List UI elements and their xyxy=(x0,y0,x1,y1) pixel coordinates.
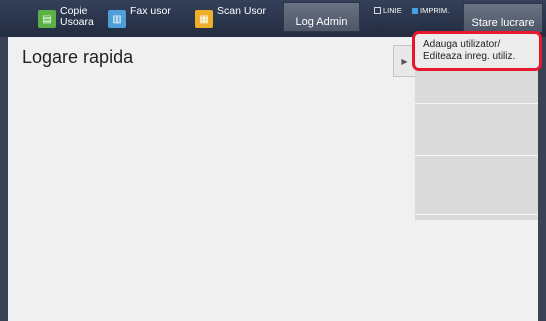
left-frame xyxy=(0,37,8,321)
status-imprim-indicator: IMPRIM. xyxy=(412,6,449,15)
copie-usoara-label: Copie Usoara xyxy=(60,5,94,28)
status-linie-label: LINIE xyxy=(383,6,402,15)
menu-item-5[interactable] xyxy=(415,156,538,186)
menu-item-6[interactable] xyxy=(415,185,538,215)
job-status-button[interactable]: Stare lucrare xyxy=(463,3,543,33)
fax-usor-app-button[interactable]: ▥ Fax usor xyxy=(108,6,171,32)
arrow-right-icon: ▶ xyxy=(401,56,408,66)
right-frame xyxy=(538,37,546,321)
menu-item-4[interactable] xyxy=(415,126,538,156)
copy-icon: ▤ xyxy=(38,10,56,28)
log-admin-button[interactable]: Log Admin xyxy=(283,2,360,32)
add-edit-user-label: Adauga utilizator/ Editeaza inreg. utili… xyxy=(423,39,516,62)
status-linie-indicator: LINIE xyxy=(374,6,402,15)
scan-usor-app-button[interactable]: ▦ Scan Usor xyxy=(195,6,266,32)
scan-usor-label: Scan Usor xyxy=(217,5,267,17)
fax-usor-label: Fax usor xyxy=(130,5,171,17)
status-imprim-label: IMPRIM. xyxy=(420,6,450,15)
page-title: Logare rapida xyxy=(22,47,134,67)
linie-status-icon xyxy=(374,7,381,14)
copie-usoara-app-button[interactable]: ▤ Copie Usoara xyxy=(38,6,94,32)
imprim-status-icon xyxy=(412,7,418,14)
scan-icon: ▦ xyxy=(195,10,213,28)
menu-item-2[interactable] xyxy=(415,74,538,104)
fax-icon: ▥ xyxy=(108,10,126,28)
add-edit-user-menu-item[interactable]: Adauga utilizator/ Editeaza inreg. utili… xyxy=(412,31,542,71)
